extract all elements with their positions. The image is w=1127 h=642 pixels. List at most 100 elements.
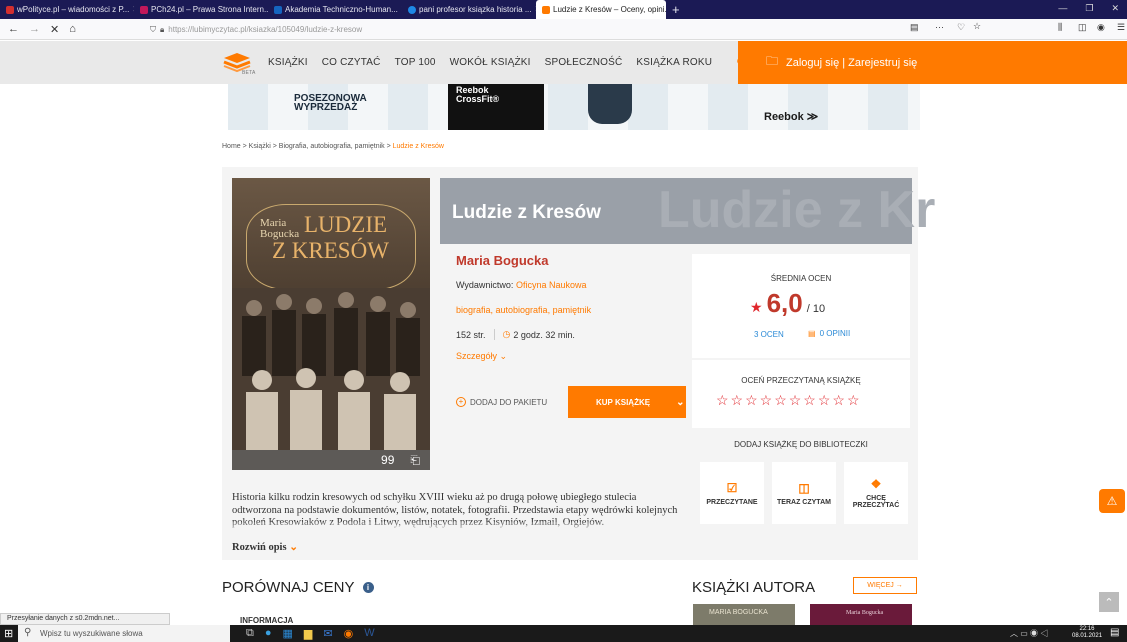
new-tab-button[interactable]: + xyxy=(666,0,686,19)
account-icon[interactable]: ◉ xyxy=(1097,22,1105,33)
url-host: https://lubimyczytac.pl xyxy=(168,25,247,34)
mail-icon[interactable]: ✉ xyxy=(323,627,332,640)
restore-icon[interactable]: ❐ xyxy=(1085,3,1093,14)
tab-label: pani profesor ksiązka historia ... xyxy=(419,5,532,14)
cover-title-2: Z KRESÓW xyxy=(272,238,389,263)
opinions-link[interactable]: ▤ 0 OPINII xyxy=(808,329,850,338)
author-book-cover-1[interactable]: MARIA BOGUCKA xyxy=(693,604,795,625)
menu-ksiazki[interactable]: KSIĄŻKI xyxy=(268,57,308,68)
expand-description[interactable]: Rozwiń opis ⌄ xyxy=(232,541,298,553)
menu-top100[interactable]: TOP 100 xyxy=(395,57,436,68)
forward-icon[interactable]: → xyxy=(29,23,40,35)
menu-icon[interactable]: ☰ xyxy=(1117,22,1125,33)
tab-pch24[interactable]: PCh24.pl – Prawa Strona Intern... ✕ xyxy=(134,0,268,19)
buy-book-button[interactable]: KUP KSIĄŻKĘ ⌄ xyxy=(568,386,686,418)
reading-now-button[interactable]: ◫ TERAZ CZYTAM xyxy=(772,462,836,524)
clock[interactable]: 22:16 08.01.2021 xyxy=(1072,626,1102,640)
window-controls: — ❐ ✕ xyxy=(1058,3,1119,14)
url-bar[interactable]: ⛉ 🔒︎ https://lubimyczytac.pl /ksiazka/10… xyxy=(150,22,870,37)
library-icon[interactable]: ⫼ xyxy=(1058,22,1062,33)
tab-label: PCh24.pl – Prawa Strona Intern... xyxy=(151,5,268,14)
menu-spolecznosc[interactable]: SPOŁECZNOŚĆ xyxy=(545,57,623,68)
reading-label: TERAZ CZYTAM xyxy=(777,498,831,506)
add-to-package-button[interactable]: + DODAJ DO PAKIETU xyxy=(456,397,547,407)
browser-tab-bar: wPolityce.pl – wiadomości z P... ✕ PCh24… xyxy=(0,0,1127,19)
tab-akademia[interactable]: Akademia Techniczno-Human... ✕ xyxy=(268,0,402,19)
ad-brand-text: Reebok xyxy=(764,111,804,123)
tab-wpolityce[interactable]: wPolityce.pl – wiadomości z P... ✕ xyxy=(0,0,134,19)
shield-icon: ⛉ xyxy=(150,24,156,34)
task-view-icon[interactable]: ⧉ xyxy=(246,627,254,640)
rating-value: 6,0 xyxy=(766,288,803,318)
plus-icon: + xyxy=(456,397,466,407)
publisher-label: Wydawnictwo: xyxy=(456,280,516,290)
more-button[interactable]: WIĘCEJ → xyxy=(853,577,917,594)
store-icon[interactable]: ▦ xyxy=(283,627,293,640)
taskbar-search[interactable]: ⚲ Wpisz tu wyszukiwane słowa xyxy=(18,625,230,642)
publisher-link[interactable]: Oficyna Naukowa xyxy=(516,280,587,290)
read-button[interactable]: ☑ PRZECZYTANE xyxy=(700,462,764,524)
word-icon[interactable]: W xyxy=(364,627,374,640)
book-author[interactable]: Maria Bogucka xyxy=(456,253,548,268)
breadcrumb-path[interactable]: Home > Książki > Biografia, autobiografi… xyxy=(222,143,393,150)
breadcrumb-current: Ludzie z Kresów xyxy=(392,143,444,150)
details-toggle[interactable]: Szczegóły ⌄ xyxy=(456,351,507,362)
reading-time: 2 godz. 32 min. xyxy=(513,329,575,340)
rating-stars[interactable]: ☆☆☆☆☆☆☆☆☆☆ xyxy=(716,392,862,409)
title-watermark: Ludzie z Kr xyxy=(658,181,936,239)
minimize-icon[interactable]: — xyxy=(1058,3,1067,14)
more-icon[interactable]: ··· xyxy=(935,22,944,32)
bookmark-icon[interactable]: ☆ xyxy=(973,21,981,32)
explorer-icon[interactable]: ▆ xyxy=(304,627,312,640)
info-icon[interactable]: i xyxy=(362,582,374,593)
reader-icon[interactable]: ▤ xyxy=(910,22,919,33)
close-window-icon[interactable]: ✕ xyxy=(1111,3,1119,14)
stop-icon[interactable]: ✕ xyxy=(50,23,59,36)
notification-icon[interactable]: ▤ xyxy=(1110,627,1119,638)
ad-banner[interactable]: POSEZONOWA WYPRZEDAŻ Reebok CrossFit® Re… xyxy=(228,84,920,130)
chevron-down-icon: ⌄ xyxy=(289,542,298,553)
breadcrumb: Home > Książki > Biografia, autobiografi… xyxy=(222,143,444,150)
site-logo[interactable]: BETA xyxy=(222,50,255,76)
browser-nav-bar: ← → ✕ ⌂ ⛉ 🔒︎ https://lubimyczytac.pl /ks… xyxy=(0,19,1127,40)
taskbar-search-placeholder: Wpisz tu wyszukiwane słowa xyxy=(40,629,143,638)
login-button[interactable]: 🗀︎ Zaloguj się | Zarejestruj się xyxy=(738,41,1127,84)
scroll-top-icon[interactable]: ⌃ xyxy=(1099,592,1119,612)
edge-icon[interactable]: ● xyxy=(265,627,272,640)
tray-icons[interactable]: ︿ ▭ ◉ ◁ xyxy=(1010,628,1048,639)
menu-wokol-ksiazki[interactable]: WOKÓŁ KSIĄŻKI xyxy=(450,57,531,68)
cover-title-1: LUDZIE xyxy=(304,212,388,237)
tab-label: wPolityce.pl – wiadomości z P... xyxy=(17,5,130,14)
menu-co-czytac[interactable]: CO CZYTAĆ xyxy=(322,57,381,68)
compare-prices-heading: PORÓWNAJ CENY i xyxy=(222,579,374,596)
arrow-right-icon: → xyxy=(895,582,903,589)
book-title: Ludzie z Kresów xyxy=(452,202,601,223)
tab-google-search[interactable]: pani profesor ksiązka historia ... ✕ xyxy=(402,0,536,19)
quote-icon[interactable]: 99 xyxy=(381,453,394,467)
favicon-icon xyxy=(542,5,550,14)
checklist-icon: ☑ xyxy=(726,480,738,495)
details-label: Szczegóły xyxy=(456,351,498,361)
book-cover[interactable]: Maria Bogucka LUDZIE Z KRESÓW 99 ⎗ xyxy=(232,178,430,470)
want-to-read-button[interactable]: ❖ CHCĘ PRZECZYTAĆ xyxy=(844,462,908,524)
author-book-cover-2[interactable]: Maria Bogucka xyxy=(810,604,912,625)
library-label: DODAJ KSIĄŻKĘ DO BIBLIOTECZKI xyxy=(734,440,868,449)
tab-lubimyczytac[interactable]: Ludzie z Kresów – Oceny, opini... ✕ xyxy=(536,0,666,19)
author-book-2-label: Maria Bogucka xyxy=(846,610,884,616)
warning-icon[interactable]: ⚠ xyxy=(1099,489,1125,513)
firefox-icon[interactable]: ◉ xyxy=(344,627,354,640)
category-link[interactable]: biografia, autobiografia, pamiętnik xyxy=(456,305,591,315)
windows-start-icon[interactable]: ⊞ xyxy=(4,627,13,640)
menu-ksiazka-roku[interactable]: KSIĄŻKA ROKU xyxy=(636,57,712,68)
rating-label: ŚREDNIA OCEN xyxy=(770,274,832,283)
share-icon[interactable]: ⎗ xyxy=(410,453,420,468)
pocket-icon[interactable]: ♡ xyxy=(957,22,965,33)
tab-label: Ludzie z Kresów – Oceny, opini... xyxy=(553,5,666,14)
search-icon: ⚲ xyxy=(24,627,32,638)
home-icon[interactable]: ⌂ xyxy=(69,23,76,35)
chevron-down-icon[interactable]: ⌄ xyxy=(676,397,684,408)
back-icon[interactable]: ← xyxy=(8,23,19,35)
ratings-count[interactable]: 3 OCEN xyxy=(754,330,784,339)
sidebar-icon[interactable]: ◫ xyxy=(1078,22,1087,33)
site-header: BETA KSIĄŻKI CO CZYTAĆ TOP 100 WOKÓŁ KSI… xyxy=(0,41,1127,84)
